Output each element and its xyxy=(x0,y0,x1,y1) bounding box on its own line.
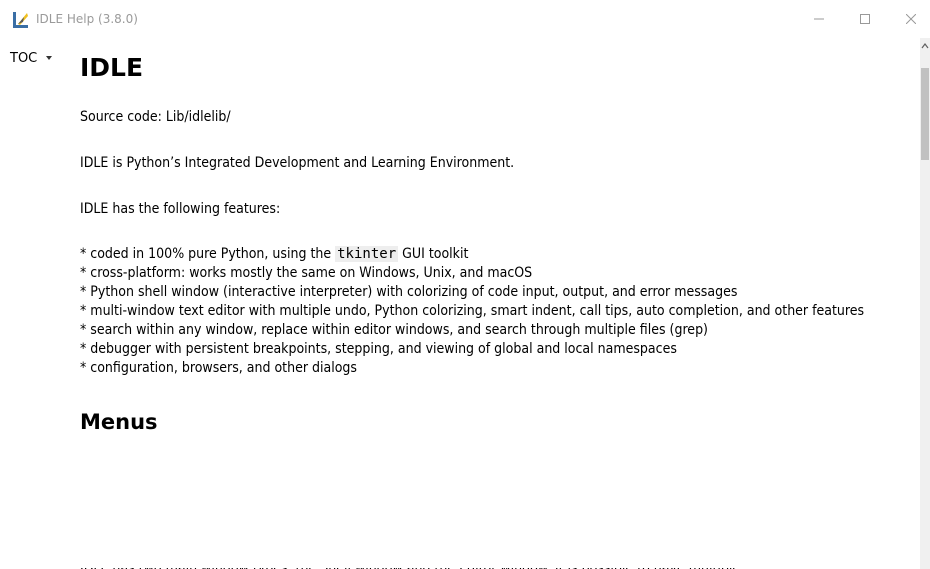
caret-down-icon xyxy=(46,56,53,60)
feature-item: * cross-platform: works mostly the same … xyxy=(80,264,908,283)
page-title: IDLE xyxy=(80,53,144,82)
close-icon xyxy=(906,14,916,24)
source-code-line: Source code: Lib/idlelib/ xyxy=(80,109,231,125)
feature-text: * configuration, browsers, and other dia… xyxy=(80,360,357,376)
minimize-button[interactable] xyxy=(796,0,842,38)
feature-item: * debugger with persistent breakpoints, … xyxy=(80,340,908,359)
feature-text: * coded in 100% pure Python, using the xyxy=(80,246,336,262)
features-list: * coded in 100% pure Python, using the t… xyxy=(80,245,908,378)
feature-item: * Python shell window (interactive inter… xyxy=(80,283,908,302)
scrollbar-thumb[interactable] xyxy=(921,68,929,160)
feature-text: * Python shell window (interactive inter… xyxy=(80,284,738,300)
idle-feather-icon xyxy=(13,12,28,28)
minimize-icon xyxy=(814,18,824,20)
features-intro: IDLE has the following features: xyxy=(80,201,281,217)
title-bar[interactable]: IDLE Help (3.8.0) xyxy=(0,0,930,38)
toc-menu-button[interactable]: TOC xyxy=(10,48,53,68)
partially-visible-paragraph: IDLE has two main window types, the Shel… xyxy=(80,560,741,569)
feature-text: * search within any window, replace with… xyxy=(80,322,708,338)
section-heading-menus: Menus xyxy=(80,410,158,434)
feature-item: * search within any window, replace with… xyxy=(80,321,908,340)
description-paragraph: IDLE is Python’s Integrated Development … xyxy=(80,155,515,171)
feature-item: * multi-window text editor with multiple… xyxy=(80,302,908,321)
scroll-up-arrow-icon[interactable] xyxy=(921,42,929,50)
feature-item: * coded in 100% pure Python, using the t… xyxy=(80,245,908,264)
help-document: IDLE Source code: Lib/idlelib/ IDLE is P… xyxy=(80,48,920,436)
code-literal: tkinter xyxy=(335,246,399,262)
help-text-area[interactable]: TOC IDLE Source code: Lib/idlelib/ IDLE … xyxy=(0,38,920,569)
idle-help-window: IDLE Help (3.8.0) TOC IDLE Source code: … xyxy=(0,0,930,569)
feature-text: * multi-window text editor with multiple… xyxy=(80,303,865,319)
vertical-scrollbar[interactable] xyxy=(920,38,930,569)
feature-text: * debugger with persistent breakpoints, … xyxy=(80,341,677,357)
toc-label: TOC xyxy=(10,50,38,66)
feature-item: * configuration, browsers, and other dia… xyxy=(80,359,908,378)
feature-text: * cross-platform: works mostly the same … xyxy=(80,265,533,281)
window-title: IDLE Help (3.8.0) xyxy=(36,12,138,26)
close-button[interactable] xyxy=(888,0,930,38)
maximize-button[interactable] xyxy=(842,0,888,38)
feature-text: GUI toolkit xyxy=(398,246,469,262)
maximize-icon xyxy=(860,14,870,24)
